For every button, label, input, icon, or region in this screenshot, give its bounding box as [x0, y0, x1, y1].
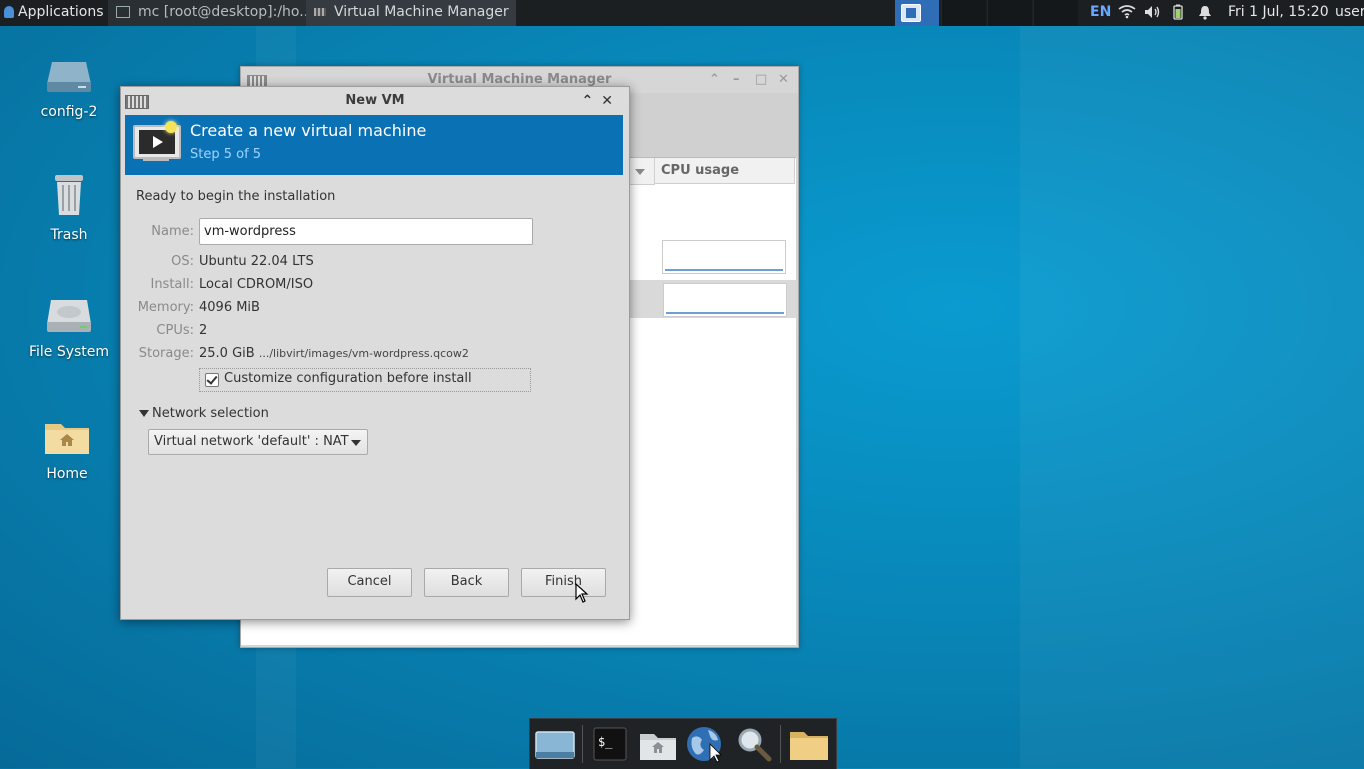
name-label: Name: — [151, 224, 194, 239]
vmm-icon — [314, 8, 326, 16]
storage-value: 25.0 GiB .../libvirt/images/vm-wordpress… — [199, 346, 469, 361]
network-selection-label: Network selection — [152, 406, 269, 421]
desktop-icon-file-system[interactable]: File System — [24, 298, 114, 360]
chevron-down-icon — [351, 440, 361, 446]
maximize-button[interactable]: □ — [755, 67, 767, 93]
network-select-value: Virtual network 'default' : NAT — [154, 434, 349, 449]
wizard-banner: Create a new virtual machine Step 5 of 5 — [125, 115, 623, 175]
desktop-icon-trash[interactable]: Trash — [24, 173, 114, 243]
wifi-icon[interactable] — [1118, 0, 1136, 26]
network-select[interactable]: Virtual network 'default' : NAT — [148, 429, 368, 455]
memory-label: Memory: — [137, 300, 194, 315]
banner-title: Create a new virtual machine — [190, 121, 427, 140]
desktop-icon-home[interactable]: Home — [22, 418, 112, 482]
top-panel: Applications ⋮ mc [root@desktop]:/ho... … — [0, 0, 1364, 26]
customize-checkbox[interactable] — [205, 373, 219, 387]
dock-terminal[interactable]: $_ — [588, 724, 632, 764]
workspace-3[interactable] — [987, 0, 1032, 26]
chevron-down-icon — [635, 169, 645, 175]
home-folder-icon — [640, 734, 676, 760]
customize-checkbox-row[interactable]: Customize configuration before install — [199, 368, 531, 392]
desktop-icon-label: Home — [46, 466, 88, 482]
cancel-button[interactable]: Cancel — [327, 568, 412, 597]
storage-size: 25.0 GiB — [199, 346, 255, 361]
back-button[interactable]: Back — [424, 568, 509, 597]
finish-button[interactable]: Finish — [521, 568, 606, 597]
shade-button[interactable]: ⌃ — [709, 67, 720, 93]
terminal-icon — [116, 6, 130, 18]
column-sort-dropdown[interactable] — [629, 158, 655, 185]
ready-text: Ready to begin the installation — [136, 189, 336, 204]
vmm-title: Virtual Machine Manager — [427, 72, 612, 87]
desktop-icon-label: config-2 — [40, 104, 98, 120]
trash-icon — [55, 175, 83, 215]
memory-value: 4096 MiB — [199, 300, 260, 315]
dialog-titlebar[interactable]: New VM ⌃✕ — [121, 87, 629, 115]
desktop-icon-config-2[interactable]: config-2 — [24, 58, 114, 120]
desktop-background-panel — [1020, 26, 1364, 768]
keyboard-layout-indicator[interactable]: EN — [1090, 0, 1111, 26]
task-virtual-machine-manager[interactable]: Virtual Machine Manager — [306, 0, 516, 26]
workspace-2[interactable] — [941, 0, 986, 26]
workspace-1[interactable] — [895, 0, 939, 26]
magnifier-icon — [738, 728, 772, 762]
dock-folder[interactable] — [787, 724, 831, 764]
name-field[interactable] — [199, 218, 533, 245]
workspace-4[interactable] — [1033, 0, 1078, 26]
dock-separator — [780, 725, 781, 763]
applications-menu[interactable]: Applications ⋮ — [0, 0, 122, 26]
network-selection-expander[interactable]: Network selection — [139, 406, 269, 421]
svg-text:$_: $_ — [598, 735, 613, 749]
storage-path: .../libvirt/images/vm-wordpress.qcow2 — [258, 347, 469, 360]
vmm-app-icon — [125, 95, 149, 109]
show-desktop-icon — [535, 731, 575, 759]
monitor-stand — [143, 157, 169, 161]
drive-icon — [47, 62, 91, 92]
install-label: Install: — [150, 277, 194, 292]
dialog-title: New VM — [345, 93, 405, 108]
desktop-icon-label: File System — [28, 344, 110, 360]
user-menu[interactable]: user — [1335, 0, 1364, 26]
notifications-bell-icon[interactable] — [1198, 0, 1212, 26]
cpu-usage-graph — [663, 283, 787, 317]
globe-icon — [687, 727, 722, 763]
shade-button[interactable]: ⌃ — [582, 93, 602, 109]
desktop-icon-label: Trash — [50, 227, 88, 243]
harddisk-icon — [47, 300, 91, 332]
close-button[interactable]: ✕ — [778, 67, 789, 93]
install-value: Local CDROM/ISO — [199, 277, 314, 292]
customize-label[interactable]: Customize configuration before install — [224, 371, 472, 386]
minimize-button[interactable]: – — [733, 67, 740, 93]
home-folder-icon — [45, 424, 89, 454]
dock: $_ — [529, 718, 837, 769]
expander-arrow-icon — [139, 410, 149, 417]
clock[interactable]: Fri 1 Jul, 15:20 — [1228, 0, 1329, 26]
terminal-icon: $_ — [593, 727, 627, 761]
dock-search[interactable] — [732, 724, 776, 764]
cpu-usage-graph — [662, 240, 786, 274]
cpus-label: CPUs: — [156, 323, 194, 338]
cpus-value: 2 — [199, 323, 208, 338]
volume-icon[interactable] — [1144, 0, 1162, 26]
close-button[interactable]: ✕ — [601, 93, 621, 109]
battery-icon[interactable] — [1172, 0, 1184, 26]
window-icon — [901, 4, 921, 22]
column-cpu-usage[interactable]: CPU usage — [655, 158, 795, 184]
dock-file-manager[interactable] — [636, 724, 680, 764]
os-label: OS: — [171, 254, 194, 269]
storage-label: Storage: — [138, 346, 194, 361]
xfce-logo-icon — [4, 6, 14, 18]
sparkle-icon — [165, 121, 177, 133]
os-value: Ubuntu 22.04 LTS — [199, 254, 314, 269]
new-vm-dialog[interactable]: New VM ⌃✕ Create a new virtual machine S… — [120, 86, 630, 620]
dock-web-browser[interactable] — [684, 724, 728, 764]
banner-step: Step 5 of 5 — [190, 147, 262, 162]
task-terminal-mc[interactable]: mc [root@desktop]:/ho... — [108, 0, 314, 26]
dock-show-desktop[interactable] — [533, 724, 577, 764]
folder-icon — [790, 732, 828, 760]
mouse-cursor-icon — [575, 583, 589, 603]
dock-separator — [582, 725, 583, 763]
